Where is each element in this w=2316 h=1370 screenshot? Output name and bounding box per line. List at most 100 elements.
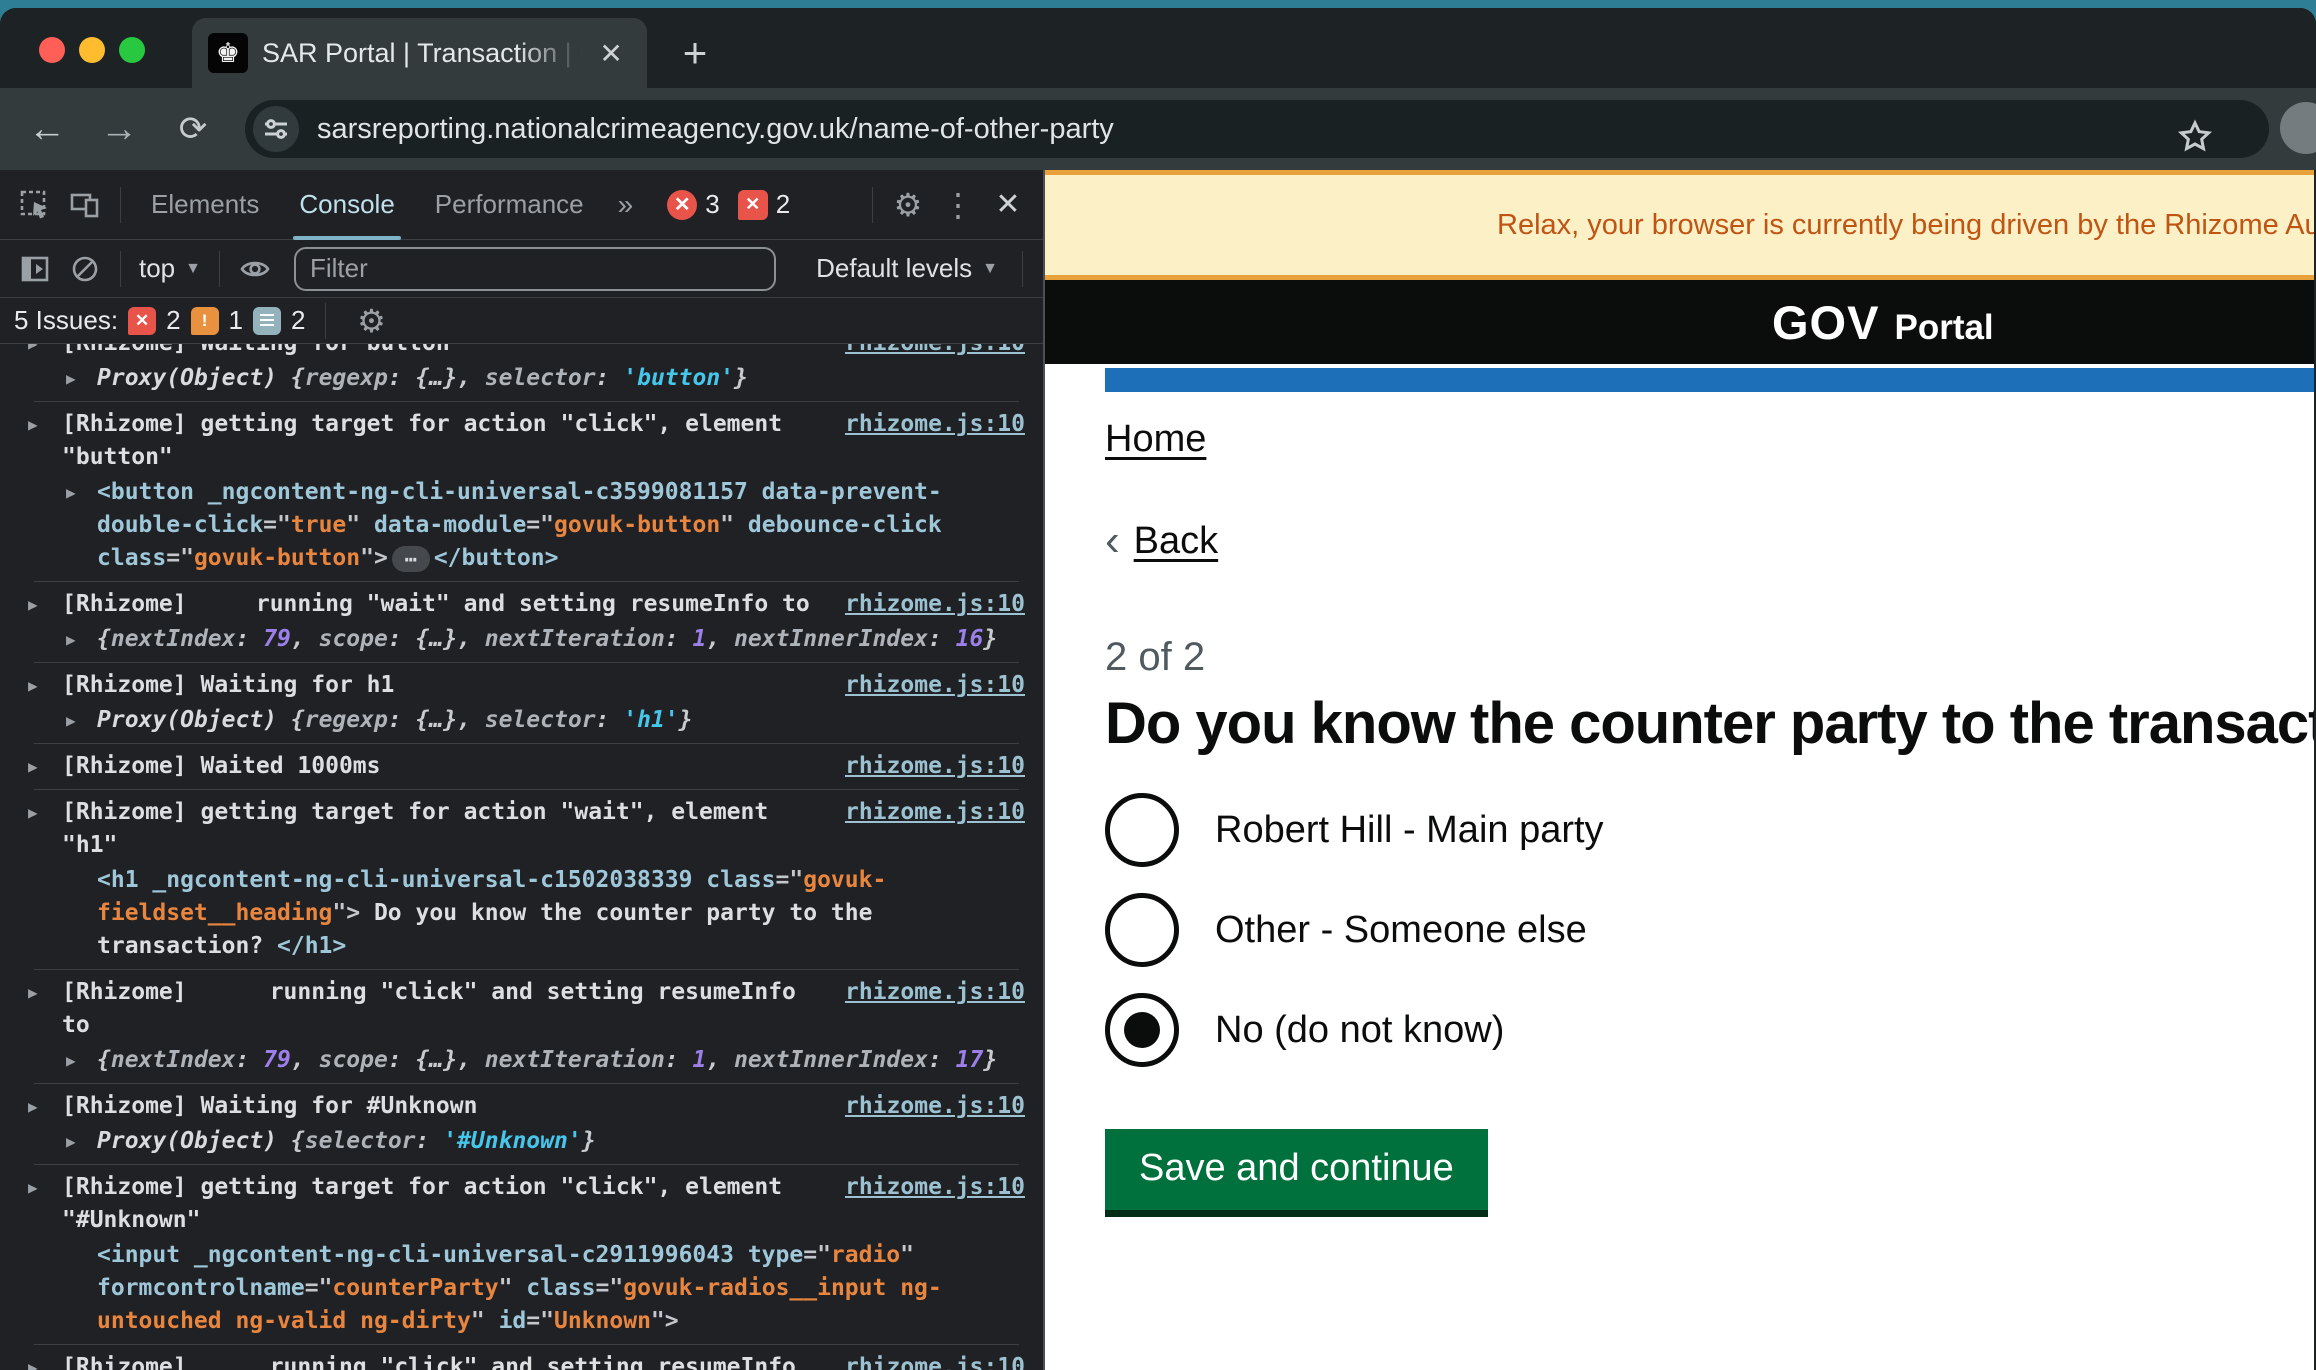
console-message: Proxy(Object) {regexp: {…}, selector: 'b… bbox=[97, 362, 1025, 395]
back-link[interactable]: Back bbox=[1134, 520, 1218, 563]
issues-summary-label[interactable]: 5 Issues: bbox=[14, 305, 118, 336]
console-source-link[interactable]: rhizome.js:10 bbox=[845, 588, 1025, 621]
radio-option[interactable]: Robert Hill - Main party bbox=[1105, 793, 2314, 867]
reload-icon[interactable]: ⟳ bbox=[166, 102, 220, 156]
console-separator bbox=[34, 662, 1019, 663]
expand-triangle-icon[interactable]: ▶ bbox=[66, 1125, 76, 1158]
back-row: ‹ Back bbox=[1105, 519, 2314, 563]
radio-label[interactable]: No (do not know) bbox=[1215, 1009, 1504, 1052]
tab-elements[interactable]: Elements bbox=[131, 170, 279, 240]
forward-icon[interactable]: → bbox=[92, 102, 146, 156]
expand-triangle-icon[interactable]: ▶ bbox=[28, 344, 38, 360]
issue-error-icon: ✕ bbox=[128, 307, 156, 335]
console-source-link[interactable]: rhizome.js:10 bbox=[845, 1090, 1025, 1123]
site-settings-icon[interactable] bbox=[253, 106, 299, 152]
gov-portal-logo[interactable]: GOV Portal bbox=[1045, 295, 1994, 350]
console-source-link[interactable]: rhizome.js:10 bbox=[845, 344, 1025, 360]
console-source-link[interactable]: rhizome.js:10 bbox=[845, 976, 1025, 1009]
console-entry[interactable]: ▶[Rhizome] getting target for action "cl… bbox=[0, 1170, 1043, 1238]
console-source-link[interactable]: rhizome.js:10 bbox=[845, 1351, 1025, 1370]
expand-triangle-icon[interactable]: ▶ bbox=[66, 704, 76, 737]
console-source-link[interactable]: rhizome.js:10 bbox=[845, 1171, 1025, 1204]
expand-triangle-icon[interactable]: ▶ bbox=[28, 669, 38, 702]
issues-settings-gear-icon[interactable]: ⚙ bbox=[346, 296, 396, 346]
console-entry[interactable]: ▶ {nextIndex: 79, scope: {…}, nextIterati… bbox=[0, 622, 1043, 657]
back-icon[interactable]: ← bbox=[20, 102, 74, 156]
expand-triangle-icon[interactable]: ▶ bbox=[28, 588, 38, 621]
devtools-close-icon[interactable]: ✕ bbox=[983, 180, 1033, 230]
expand-triangle-icon[interactable]: ▶ bbox=[66, 362, 76, 395]
console-entry[interactable]: ▶[Rhizome] running "click" and setting r… bbox=[0, 1350, 1043, 1370]
url-bar[interactable]: sarsreporting.nationalcrimeagency.gov.uk… bbox=[245, 100, 2269, 158]
console-entry[interactable]: ▶[Rhizome] Waited 1000msrhizome.js:10 bbox=[0, 749, 1043, 784]
more-tabs-icon[interactable]: » bbox=[604, 189, 650, 221]
expand-triangle-icon[interactable]: ▶ bbox=[28, 750, 38, 783]
console-entry[interactable]: ▶<button _ngcontent-ng-cli-universal-c35… bbox=[0, 475, 1043, 576]
console-entry[interactable]: ▶[Rhizome] Waiting for buttonrhizome.js:… bbox=[0, 344, 1043, 361]
tab-console[interactable]: Console bbox=[279, 170, 414, 240]
console-sidebar-icon[interactable] bbox=[10, 244, 60, 294]
inspect-element-icon[interactable] bbox=[10, 180, 60, 230]
radio-label[interactable]: Other - Someone else bbox=[1215, 909, 1587, 952]
expand-triangle-icon[interactable]: ▶ bbox=[28, 976, 38, 1009]
radio-option[interactable]: No (do not know) bbox=[1105, 993, 2314, 1067]
macos-close-button[interactable] bbox=[39, 37, 65, 63]
devtools-settings-gear-icon[interactable]: ⚙ bbox=[883, 180, 933, 230]
radio-unselected-icon[interactable] bbox=[1105, 893, 1179, 967]
browser-tab[interactable]: ♚ SAR Portal | Transaction | Oth ✕ bbox=[192, 18, 647, 88]
new-tab-button[interactable]: + bbox=[672, 30, 718, 76]
console-source-link[interactable]: rhizome.js:10 bbox=[845, 796, 1025, 829]
expand-triangle-icon[interactable]: ▶ bbox=[28, 796, 38, 829]
console-source-link[interactable]: rhizome.js:10 bbox=[845, 408, 1025, 441]
tab-performance[interactable]: Performance bbox=[415, 170, 604, 240]
console-message: {nextIndex: 79, scope: {…}, nextIteratio… bbox=[97, 623, 1025, 656]
bookmark-star-icon[interactable] bbox=[2175, 117, 2215, 157]
issues-indicator[interactable]: ✕ 2 bbox=[738, 189, 790, 220]
console-entry[interactable]: ▶[Rhizome] running "wait" and setting re… bbox=[0, 587, 1043, 622]
macos-zoom-button[interactable] bbox=[119, 37, 145, 63]
console-entry[interactable]: ▶[Rhizome] running "click" and setting r… bbox=[0, 975, 1043, 1043]
console-entry[interactable]: ▶[Rhizome] Waiting for #Unknownrhizome.j… bbox=[0, 1089, 1043, 1124]
javascript-context-dropdown[interactable]: top ▼ bbox=[131, 253, 209, 284]
save-and-continue-button[interactable]: Save and continue bbox=[1105, 1129, 1488, 1210]
console-entry[interactable]: ▶{nextIndex: 79, scope: {…}, nextIterati… bbox=[0, 1043, 1043, 1078]
console-entry[interactable]: ▶Proxy(Object) {selector: '#Unknown'} bbox=[0, 1124, 1043, 1159]
expand-triangle-icon[interactable]: ▶ bbox=[28, 1351, 38, 1370]
console-source-link[interactable]: rhizome.js:10 bbox=[845, 750, 1025, 783]
devtools-menu-kebab-icon[interactable]: ⋮ bbox=[933, 180, 983, 230]
console-entry[interactable]: ▶[Rhizome] getting target for action "cl… bbox=[0, 407, 1043, 475]
console-log[interactable]: ▶[Rhizome] Waiting for buttonrhizome.js:… bbox=[0, 344, 1043, 1370]
macos-minimize-button[interactable] bbox=[79, 37, 105, 63]
radio-option[interactable]: Other - Someone else bbox=[1105, 893, 2314, 967]
log-levels-dropdown[interactable]: Default levels ▼ bbox=[808, 253, 1006, 284]
expand-triangle-icon[interactable]: ▶ bbox=[66, 623, 76, 656]
console-entry[interactable]: ▶[Rhizome] Waiting for h1rhizome.js:10 bbox=[0, 668, 1043, 703]
home-link[interactable]: Home bbox=[1105, 418, 1206, 461]
page-content: Home ‹ Back 2 of 2 Do you know the count… bbox=[1045, 392, 2314, 1210]
expand-triangle-icon[interactable]: ▶ bbox=[28, 408, 38, 441]
expand-triangle-icon[interactable]: ▶ bbox=[28, 1171, 38, 1204]
console-entry[interactable]: ▶[Rhizome] getting target for action "wa… bbox=[0, 795, 1043, 863]
console-entry[interactable]: <h1 _ngcontent-ng-cli-universal-c1502038… bbox=[0, 863, 1043, 964]
expand-triangle-icon[interactable]: ▶ bbox=[66, 476, 76, 509]
url-text[interactable]: sarsreporting.nationalcrimeagency.gov.uk… bbox=[317, 113, 1114, 146]
console-source-link[interactable]: rhizome.js:10 bbox=[845, 669, 1025, 702]
expand-triangle-icon[interactable]: ▶ bbox=[28, 1090, 38, 1123]
device-toolbar-icon[interactable] bbox=[60, 180, 110, 230]
automation-banner-text: Relax, your browser is currently being d… bbox=[1045, 209, 2314, 242]
tab-close-icon[interactable]: ✕ bbox=[591, 33, 631, 73]
radio-selected-icon[interactable] bbox=[1105, 993, 1179, 1067]
issue-flag-icon: ✕ bbox=[738, 190, 768, 220]
profile-avatar[interactable] bbox=[2280, 102, 2316, 154]
console-entry[interactable]: ▶ Proxy(Object) {regexp: {…}, selector: '… bbox=[0, 361, 1043, 396]
header-blue-bar bbox=[1105, 368, 2314, 392]
live-expression-eye-icon[interactable] bbox=[230, 244, 280, 294]
expand-triangle-icon[interactable]: ▶ bbox=[66, 1044, 76, 1077]
console-filter-input[interactable]: Filter bbox=[294, 247, 776, 291]
clear-console-icon[interactable] bbox=[60, 244, 110, 294]
radio-label[interactable]: Robert Hill - Main party bbox=[1215, 809, 1604, 852]
console-error-indicator[interactable]: ✕ 3 bbox=[667, 189, 719, 220]
radio-unselected-icon[interactable] bbox=[1105, 793, 1179, 867]
console-entry[interactable]: <input _ngcontent-ng-cli-universal-c2911… bbox=[0, 1238, 1043, 1339]
console-entry[interactable]: ▶Proxy(Object) {regexp: {…}, selector: '… bbox=[0, 703, 1043, 738]
